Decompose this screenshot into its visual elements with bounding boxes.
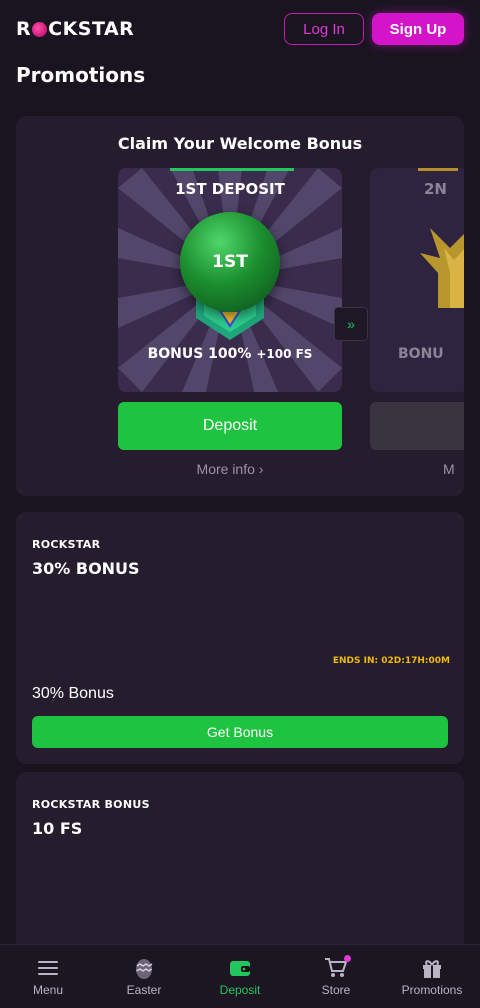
gold-trophy-icon xyxy=(420,228,464,308)
promo-card: ROCKSTAR BONUS 10 FS xyxy=(16,772,464,972)
nav-item-easter[interactable]: Easter xyxy=(96,945,192,1008)
slide-indicator xyxy=(418,168,458,171)
bonus-extra: +100 FS xyxy=(256,347,313,361)
nav-label: Promotions xyxy=(401,983,463,997)
first-badge-ball: 1ST xyxy=(180,212,280,312)
second-slide-button[interactable] xyxy=(370,402,464,450)
logo-suffix: CKSTAR xyxy=(48,18,135,40)
promo-brand: ROCKSTAR xyxy=(32,538,101,551)
more-info-link[interactable]: More info › xyxy=(118,461,342,477)
nav-label: Deposit xyxy=(219,983,261,997)
nav-label: Menu xyxy=(32,983,64,997)
hamburger-icon xyxy=(38,955,58,981)
deposit-button[interactable]: Deposit xyxy=(118,402,342,450)
logo-prefix: R xyxy=(16,18,32,40)
welcome-title: Claim Your Welcome Bonus xyxy=(117,134,363,153)
slide-heading: 1ST DEPOSIT xyxy=(175,180,285,198)
nav-item-menu[interactable]: Menu xyxy=(0,945,96,1008)
slide-heading-2: 2N xyxy=(424,180,447,198)
slide-bonus-text-2: BONU xyxy=(398,346,444,362)
gift-icon xyxy=(421,955,443,981)
nav-label: Store xyxy=(321,983,351,997)
first-deposit-slide[interactable]: 1ST DEPOSIT 1ST BONUS 100% +100 FS xyxy=(118,168,342,392)
rockstar-logo[interactable]: R CKSTAR xyxy=(16,18,134,40)
second-deposit-slide[interactable]: 2N BONU xyxy=(370,168,464,392)
promo-description: 30% Bonus xyxy=(32,685,114,702)
nav-item-store[interactable]: Store xyxy=(288,945,384,1008)
active-slide-indicator xyxy=(170,168,294,171)
promo-title: 10 FS xyxy=(32,819,83,838)
promo-card: ROCKSTAR 30% BONUS ENDS IN: 02D:17H:00M … xyxy=(16,512,464,764)
easter-egg-icon xyxy=(135,955,153,981)
bottom-nav: Menu Easter Deposit Store Promotions xyxy=(0,944,480,1008)
nav-label: Easter xyxy=(126,983,162,997)
nav-item-deposit[interactable]: Deposit xyxy=(192,945,288,1008)
page-title: Promotions xyxy=(16,63,146,87)
promo-countdown: ENDS IN: 02D:17H:00M xyxy=(332,656,450,666)
notification-dot xyxy=(344,955,351,962)
more-info-link-2[interactable]: M xyxy=(443,461,455,477)
welcome-bonus-card: Claim Your Welcome Bonus 1ST DEPOSIT 1ST… xyxy=(16,116,464,496)
slide-bonus-text: BONUS 100% +100 FS xyxy=(118,346,342,362)
login-button[interactable]: Log In xyxy=(284,13,364,45)
bonus-main: BONUS 100% xyxy=(147,346,252,362)
logo-o-icon xyxy=(32,21,48,37)
double-chevron-right-icon: » xyxy=(347,316,355,332)
signup-button[interactable]: Sign Up xyxy=(372,13,464,45)
carousel-next-button[interactable]: » xyxy=(334,307,368,341)
cart-icon xyxy=(324,955,351,981)
nav-item-promotions[interactable]: Promotions xyxy=(384,945,480,1008)
auth-buttons: Log In Sign Up xyxy=(284,13,464,45)
wallet-icon xyxy=(229,955,251,981)
promo-brand: ROCKSTAR BONUS xyxy=(32,798,150,811)
get-bonus-button[interactable]: Get Bonus xyxy=(32,716,448,748)
top-header: R CKSTAR Log In Sign Up xyxy=(0,0,480,58)
promo-title: 30% BONUS xyxy=(32,559,140,578)
